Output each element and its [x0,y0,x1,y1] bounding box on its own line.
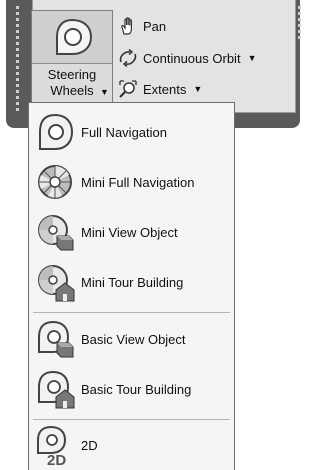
chevron-down-icon[interactable]: ▼ [248,53,257,63]
mini-full-navigation-wheel-icon [38,165,72,199]
menu-item-basic-tour-building[interactable]: Basic Tour Building [29,365,234,413]
menu-separator [33,419,230,420]
menu-item-label: Basic View Object [81,331,186,347]
2d-wheel-icon: 2D [37,425,66,465]
menu-separator [33,312,230,313]
menu-item-label: Basic Tour Building [81,381,192,397]
menu-item-label: Mini Tour Building [81,274,184,290]
panel-grip-handle[interactable] [14,6,22,116]
pan-label: Pan [143,18,167,34]
chevron-down-icon[interactable]: ▼ [193,84,202,94]
mini-tour-building-wheel-icon [38,265,75,302]
menu-item-label: Mini View Object [81,224,178,240]
steering-wheel-icon [56,18,93,55]
basic-tour-building-wheel-icon [38,370,75,409]
orbit-icon [119,48,137,68]
full-navigation-wheel-icon [39,113,74,150]
continuous-orbit-label: Continuous Orbit [143,50,241,66]
panel-grip-handle-right[interactable] [296,6,304,46]
menu-item-basic-view-object[interactable]: Basic View Object [29,315,234,363]
svg-text:2D: 2D [47,452,66,465]
pan-hand-icon [121,17,132,35]
extents-label: Extents [143,81,187,97]
steering-wheels-button[interactable]: Steering Wheels ▼ [31,10,113,104]
menu-item-mini-view-object[interactable]: Mini View Object [29,208,234,256]
chevron-down-icon[interactable]: ▼ [100,87,109,97]
zoom-extents-icon [119,80,137,98]
menu-item-label: 2D [81,437,98,453]
menu-item-label: Full Navigation [81,124,167,140]
basic-view-object-wheel-icon [38,320,74,358]
menu-item-label: Mini Full Navigation [81,174,195,190]
steering-wheels-dropdown-menu: Full Navigation Mini Full Navigation Min… [28,102,235,470]
menu-item-mini-tour-building[interactable]: Mini Tour Building [29,258,234,306]
extents-button[interactable]: Extents ▼ [118,77,202,101]
pan-button[interactable]: Pan [118,14,166,38]
menu-item-mini-full-navigation[interactable]: Mini Full Navigation [29,158,234,206]
mini-view-object-wheel-icon [38,215,74,251]
continuous-orbit-button[interactable]: Continuous Orbit ▼ [118,46,256,70]
menu-item-2d[interactable]: 2D 2D [29,421,234,469]
steering-wheels-main-button[interactable] [32,11,112,64]
menu-item-full-navigation[interactable]: Full Navigation [29,108,234,156]
